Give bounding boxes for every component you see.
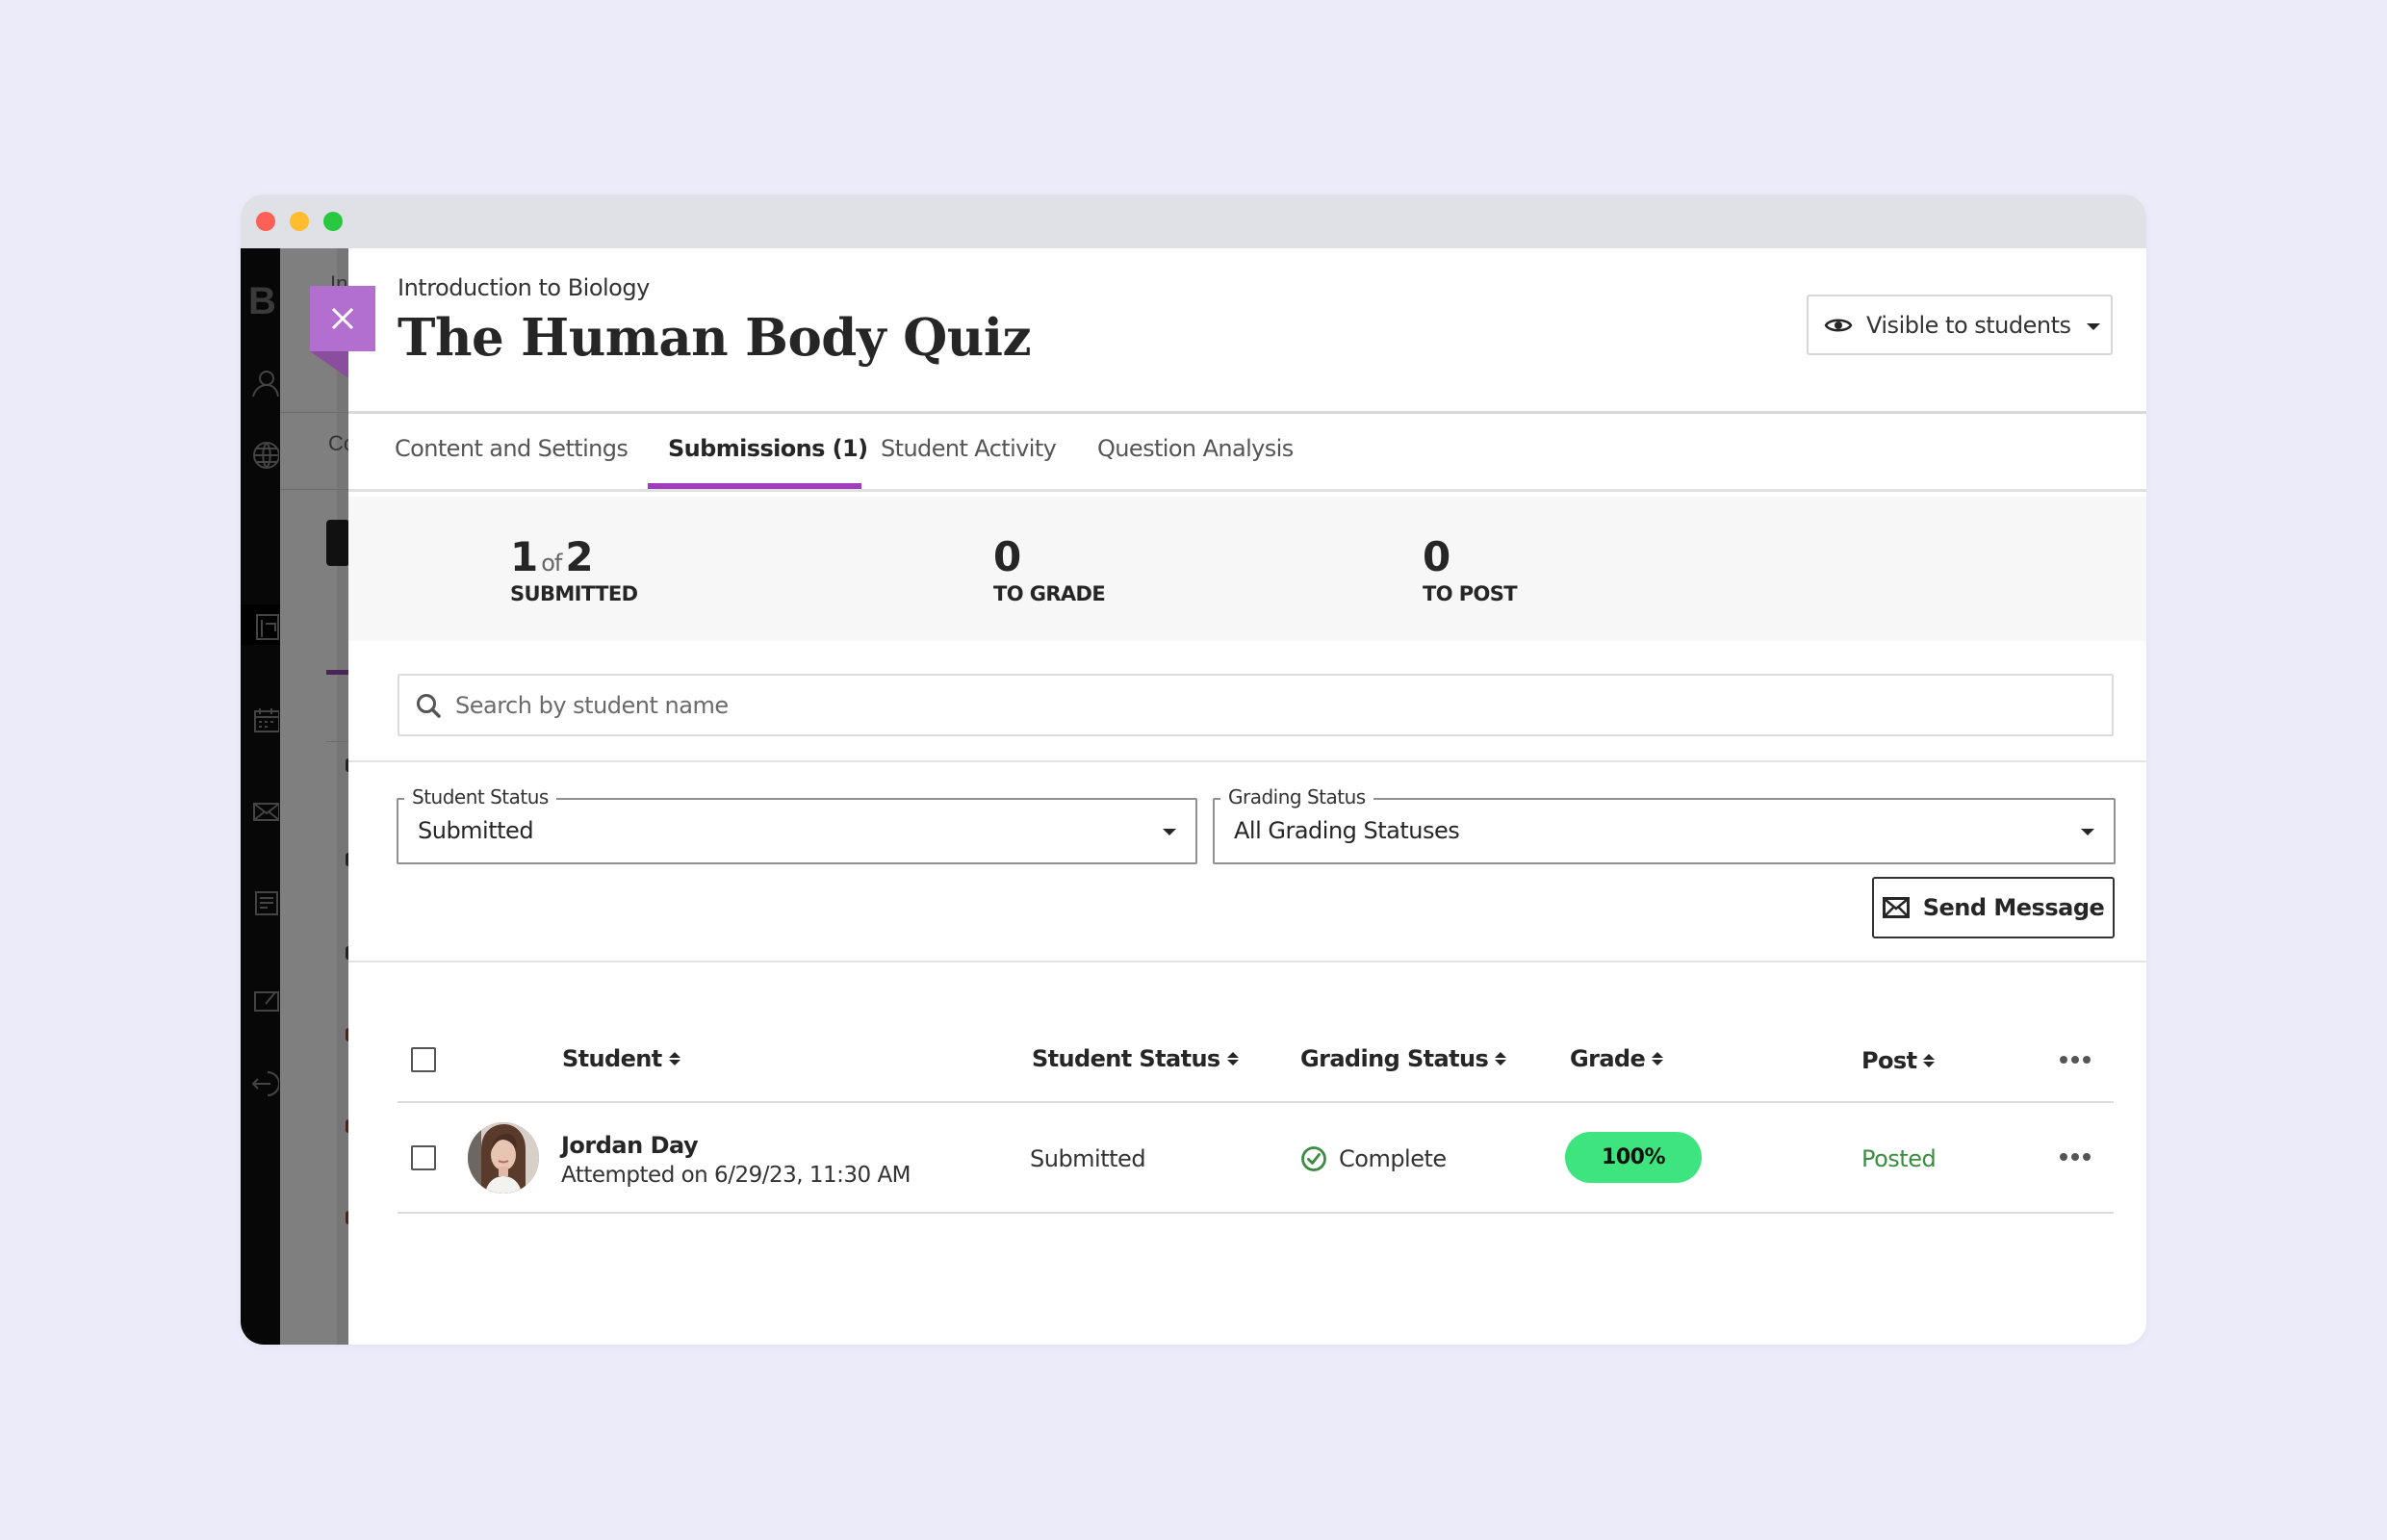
app-window: B In Co Introduction to Biology The Huma… — [241, 194, 2146, 1345]
column-header-label: Post — [1861, 1047, 1917, 1074]
ghost-divider — [280, 489, 348, 490]
student-status-label: Student Status — [404, 785, 556, 808]
post-status-cell: Posted — [1861, 1145, 1937, 1172]
column-header-student[interactable]: Student — [562, 1045, 680, 1072]
more-options-icon[interactable] — [2060, 1056, 2091, 1064]
window-minimize-button[interactable] — [290, 212, 309, 231]
logout-icon[interactable] — [250, 1068, 280, 1097]
table-row: Jordan Day Attempted on 6/29/23, 11:30 A… — [398, 1103, 2114, 1214]
column-header-grading-status[interactable]: Grading Status — [1300, 1045, 1507, 1072]
tab-question-analysis[interactable]: Question Analysis — [1097, 435, 1294, 462]
background-content-overlay: In Co — [280, 248, 355, 1345]
table-header: Student Student Status Grading Status Gr… — [398, 1018, 2114, 1103]
ghost-divider — [280, 412, 348, 413]
column-header-label: Student — [562, 1045, 662, 1072]
sort-icon — [1923, 1054, 1936, 1067]
chevron-down-icon — [1163, 829, 1176, 835]
stat-to-post-label: TO POST — [1423, 582, 1518, 605]
mail-icon[interactable] — [250, 797, 280, 826]
send-message-label: Send Message — [1922, 894, 2105, 921]
stat-submitted: 1 of2 SUBMITTED — [510, 533, 638, 605]
title-bar — [241, 194, 2146, 248]
background-sidebar: B — [241, 248, 280, 1345]
avatar — [468, 1122, 539, 1194]
close-tab-fold — [310, 351, 348, 378]
student-status-value: Submitted — [418, 817, 534, 844]
logo-icon: B — [248, 280, 276, 322]
row-checkbox[interactable] — [411, 1145, 436, 1170]
student-status-select[interactable]: Student Status Submitted — [397, 785, 1197, 864]
user-icon[interactable] — [250, 369, 279, 398]
student-status-cell: Submitted — [1030, 1145, 1146, 1172]
chevron-down-icon — [2086, 323, 2100, 330]
row-more-options-icon[interactable] — [2060, 1153, 2091, 1161]
eye-icon — [1824, 319, 1853, 331]
search-divider — [348, 760, 2146, 762]
calendar-icon[interactable] — [250, 706, 280, 734]
visibility-label: Visible to students — [1866, 311, 2071, 339]
grading-status-text: Complete — [1339, 1145, 1447, 1172]
tab-student-activity[interactable]: Student Activity — [881, 435, 1057, 462]
stat-to-grade: 0 TO GRADE — [993, 533, 1106, 605]
stat-submitted-total: 2 — [565, 533, 593, 580]
grading-status-select[interactable]: Grading Status All Grading Statuses — [1213, 785, 2116, 864]
sort-icon — [1226, 1052, 1239, 1065]
filters-divider — [348, 961, 2146, 962]
sort-icon — [668, 1052, 680, 1065]
stat-submitted-label: SUBMITTED — [510, 582, 638, 605]
column-header-label: Grading Status — [1300, 1045, 1489, 1072]
ghost-divider — [326, 741, 348, 742]
attempt-timestamp: Attempted on 6/29/23, 11:30 AM — [561, 1163, 911, 1188]
column-header-student-status[interactable]: Student Status — [1032, 1045, 1239, 1072]
stat-of: of — [541, 550, 562, 577]
close-panel-button[interactable] — [310, 286, 375, 351]
tabs-divider — [348, 489, 2146, 492]
background-app: B In Co — [241, 248, 355, 1345]
ghost-menu-button — [326, 520, 349, 566]
student-name-link[interactable]: Jordan Day — [561, 1132, 699, 1159]
grade-pill[interactable]: 100% — [1565, 1132, 1702, 1183]
ghost-tab-underline — [326, 670, 349, 675]
search-icon — [417, 693, 441, 718]
globe-icon[interactable] — [250, 441, 280, 470]
stat-to-grade-label: TO GRADE — [993, 582, 1106, 605]
grading-status-label: Grading Status — [1220, 785, 1373, 808]
search-field[interactable] — [398, 674, 2114, 736]
stat-to-post-count: 0 — [1423, 533, 1450, 580]
breadcrumb[interactable]: Introduction to Biology — [398, 274, 650, 301]
stat-submitted-count: 1 — [510, 533, 538, 580]
close-icon — [331, 307, 354, 330]
courses-icon[interactable] — [250, 612, 279, 641]
window-close-button[interactable] — [256, 212, 275, 231]
grading-status-value: All Grading Statuses — [1234, 817, 1460, 844]
tab-content-and-settings[interactable]: Content and Settings — [395, 435, 629, 462]
grading-status-cell: Complete — [1300, 1145, 1447, 1172]
check-circle-icon — [1301, 1146, 1326, 1171]
mail-icon — [1882, 897, 1910, 918]
sort-icon — [1652, 1052, 1664, 1065]
search-input[interactable] — [455, 691, 1995, 719]
grades-icon[interactable] — [250, 888, 279, 917]
column-header-grade[interactable]: Grade — [1570, 1045, 1664, 1072]
column-header-label: Grade — [1570, 1045, 1646, 1072]
column-header-post[interactable]: Post — [1861, 1047, 1936, 1074]
stat-to-grade-count: 0 — [993, 533, 1021, 580]
select-all-checkbox[interactable] — [411, 1047, 436, 1072]
chevron-down-icon — [2081, 829, 2094, 835]
window-maximize-button[interactable] — [323, 212, 343, 231]
submissions-table: Student Student Status Grading Status Gr… — [398, 1018, 2114, 1214]
sort-icon — [1495, 1052, 1507, 1065]
visibility-dropdown[interactable]: Visible to students — [1807, 295, 2113, 355]
page-title: The Human Body Quiz — [398, 308, 1032, 368]
column-header-label: Student Status — [1032, 1045, 1220, 1072]
edit-icon[interactable] — [250, 985, 279, 1014]
send-message-button[interactable]: Send Message — [1872, 877, 2115, 938]
submissions-panel: Introduction to Biology The Human Body Q… — [348, 248, 2146, 1345]
tab-submissions[interactable]: Submissions (1) — [668, 435, 868, 462]
submission-stats: 1 of2 SUBMITTED 0 TO GRADE 0 TO POST — [348, 497, 2146, 641]
tab-bar: Content and Settings Submissions (1) Stu… — [348, 414, 2146, 489]
stat-to-post: 0 TO POST — [1423, 533, 1518, 605]
